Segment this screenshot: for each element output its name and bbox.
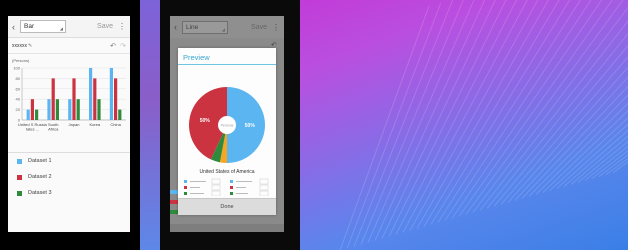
y-tick-label: 40 <box>16 97 21 102</box>
bar <box>72 78 76 120</box>
bar <box>26 109 30 120</box>
chart-type-value: Line <box>186 23 199 31</box>
bar <box>118 109 122 120</box>
legend-item[interactable]: Dataset 2 <box>8 169 130 185</box>
title-row: xxxxxx ✎ ↶ ↷ <box>8 38 130 54</box>
dimmed-overlay-bottom <box>170 224 284 232</box>
save-button[interactable]: Save <box>251 24 267 31</box>
done-button[interactable]: Done <box>178 198 276 215</box>
bar <box>76 99 80 120</box>
bar <box>93 78 97 120</box>
bar <box>47 99 51 120</box>
chart-type-value: Bar <box>24 23 35 30</box>
legend-swatch <box>17 190 22 196</box>
chart-type-dropdown[interactable]: Bar ◢ <box>20 20 66 33</box>
save-button[interactable]: Save <box>97 23 113 30</box>
wallpaper-streak <box>339 6 430 250</box>
bar-chart-svg: (Persons)100806040200United S Russia tate… <box>12 58 126 132</box>
legend-swatch-peek <box>170 200 178 204</box>
legend-label: Dataset 1 <box>28 158 52 164</box>
bar <box>114 78 118 120</box>
y-axis-label: (Persons) <box>12 58 30 63</box>
wallpaper-streak <box>360 0 466 245</box>
legend-item[interactable]: Dataset 1 <box>8 153 130 169</box>
slice-label: 50% <box>245 123 256 129</box>
pie-center-label: Persons <box>221 124 234 128</box>
x-tick-label: United S Russia tates ... <box>18 122 47 132</box>
legend-swatch <box>17 158 22 164</box>
y-tick-label: 100 <box>13 66 20 71</box>
bar <box>30 99 34 120</box>
wallpaper-sliver <box>140 0 160 250</box>
x-tick-label: China <box>110 122 121 127</box>
legend-label: Dataset 2 <box>28 174 52 180</box>
legend-swatch-peek <box>170 210 178 214</box>
bar <box>55 99 59 120</box>
bar <box>51 78 55 120</box>
pie-chart-svg: 50% 50% Persons <box>189 87 265 163</box>
y-tick-label: 20 <box>16 107 21 112</box>
bar <box>97 99 101 120</box>
region-label: United States of America <box>199 169 255 175</box>
legend-item[interactable]: Dataset 3 <box>8 185 130 201</box>
bar-chart: (Persons) 100 80 60 40 20 0 United S Russia tate… <box>8 54 130 146</box>
more-options-icon[interactable]: ⋮ <box>118 22 126 31</box>
slice-label: 50% <box>200 118 211 124</box>
dialog-title: Preview <box>178 48 276 65</box>
y-tick-label: 60 <box>16 86 21 91</box>
undo-icon[interactable]: ↶ <box>110 42 116 50</box>
dropdown-triangle-icon: ◢ <box>59 26 63 31</box>
chart-title-field[interactable]: xxxxxx <box>12 43 27 49</box>
bar <box>89 68 93 120</box>
back-arrow-icon[interactable]: ‹ <box>12 22 20 32</box>
toolbar: ‹ Bar ◢ Save ⋮ <box>8 16 130 38</box>
x-tick-label: South Africa <box>48 122 59 132</box>
pie-chart: 50% 50% Persons <box>178 65 276 180</box>
chart-type-dropdown[interactable]: Line ◢ <box>182 20 228 34</box>
legend-label: Dataset 3 <box>28 190 52 196</box>
wallpaper <box>300 0 628 250</box>
edit-pencil-icon[interactable]: ✎ <box>28 43 32 49</box>
y-tick-label: 80 <box>16 76 21 81</box>
preview-dialog: Preview 50% 50% Persons United States of A… <box>178 48 276 215</box>
preview-screen: ‹ Line ◢ Save ⋮ ↶ Preview 50% 50% Persons … <box>170 16 284 232</box>
chart-editor-screen: ‹ Bar ◢ Save ⋮ xxxxxx ✎ ↶ ↷ (Persons) 100… <box>8 16 130 232</box>
redo-icon[interactable]: ↷ <box>120 42 126 50</box>
x-tick-label: Korea <box>89 122 100 127</box>
back-arrow-icon[interactable]: ‹ <box>174 22 182 32</box>
more-options-icon[interactable]: ⋮ <box>272 23 280 32</box>
legend-swatch-peek <box>170 190 178 194</box>
x-tick-label: Japan <box>69 122 80 127</box>
mini-legend-grid <box>184 178 269 196</box>
legend-swatch <box>17 174 22 180</box>
bar <box>109 68 113 120</box>
toolbar: ‹ Line ◢ Save ⋮ <box>170 16 284 38</box>
bar <box>68 99 72 120</box>
legend-list: Dataset 1 Dataset 2 Dataset 3 <box>8 152 130 201</box>
bar <box>35 109 39 120</box>
dropdown-triangle-icon: ◢ <box>221 26 225 32</box>
